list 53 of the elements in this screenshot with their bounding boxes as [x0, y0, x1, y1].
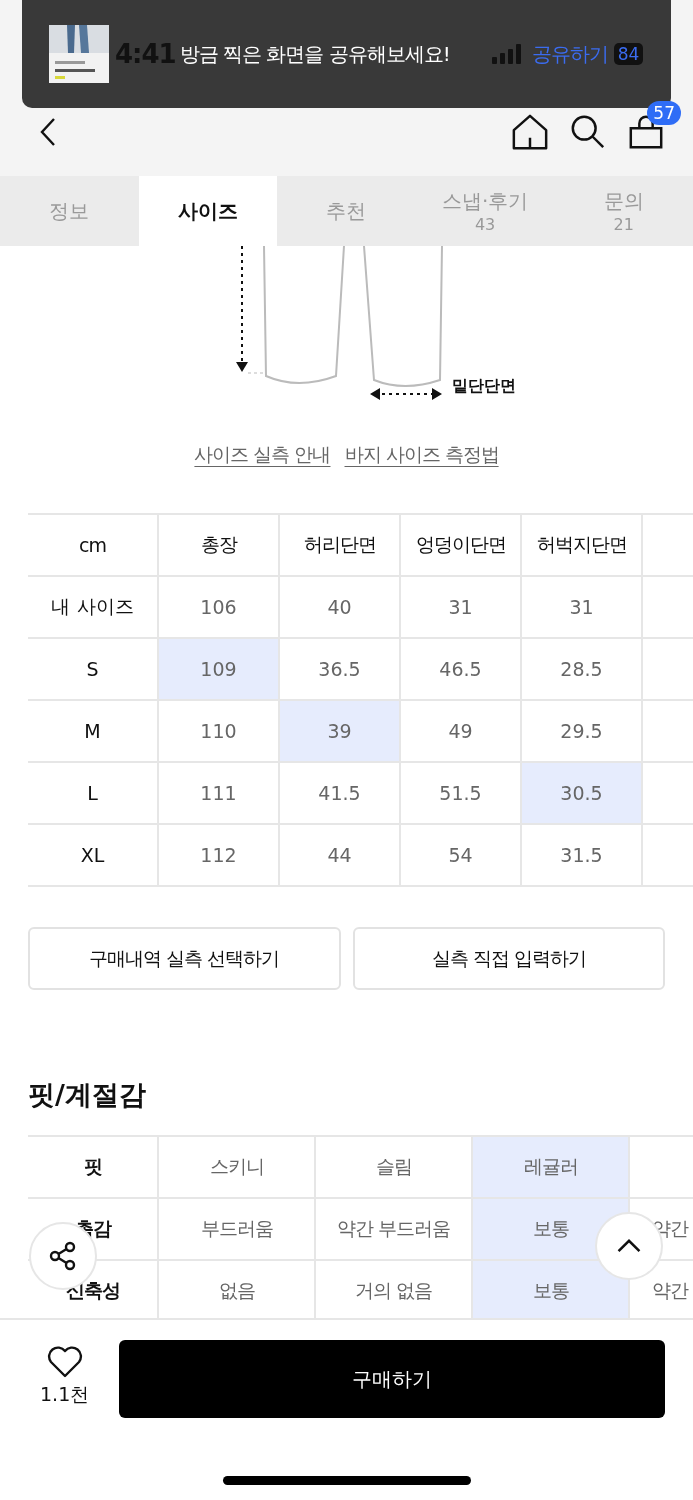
- column-header: 허리단면: [278, 515, 399, 575]
- like-count: 1.1천: [40, 1382, 90, 1407]
- outline-button[interactable]: 구매내역 실측 선택하기: [28, 927, 341, 990]
- table-cell: 레귤러: [471, 1137, 628, 1197]
- table-cell: 36.5: [278, 639, 399, 699]
- table-cell: 111: [157, 763, 278, 823]
- row-label: 신축성: [64, 1278, 121, 1303]
- share-icon: [48, 1241, 78, 1271]
- table-cell: 106: [157, 577, 278, 637]
- table-cell: 39: [278, 701, 399, 761]
- tab[interactable]: 사이즈: [138, 176, 278, 246]
- table-cell: 49: [399, 701, 520, 761]
- battery-indicator: 84: [613, 43, 644, 65]
- column-header: 엉덩이단면: [399, 515, 520, 575]
- table-cell: 54: [399, 825, 520, 885]
- column-header: 허벅지단면: [520, 515, 641, 575]
- table-cell: 30.5: [520, 763, 641, 823]
- row-label: 내 사이즈: [50, 594, 135, 619]
- column-header: 총장: [157, 515, 278, 575]
- row-label: XL: [79, 843, 106, 868]
- table-cell: 109: [157, 639, 278, 699]
- table-cell: 보통: [471, 1261, 628, 1321]
- table-cell: 41.5: [278, 763, 399, 823]
- table-cell: 29.5: [520, 701, 641, 761]
- search-icon[interactable]: [569, 113, 607, 151]
- table-cell: 28.5: [520, 639, 641, 699]
- measure-label: 밑단단면: [452, 376, 516, 397]
- table-cell: 46.5: [399, 639, 520, 699]
- table-cell: 40: [278, 577, 399, 637]
- signal-icon: [491, 44, 522, 64]
- home-icon[interactable]: [511, 113, 549, 151]
- table-cell: 스키니: [157, 1137, 314, 1197]
- heart-icon[interactable]: [46, 1346, 83, 1378]
- toast-message: 방금 찍은 화면을 공유해보세요!: [179, 40, 450, 68]
- row-label: S: [85, 657, 100, 682]
- table-cell: 31: [399, 577, 520, 637]
- table-cell: 31: [520, 577, 641, 637]
- row-label: L: [86, 781, 99, 806]
- guide-link[interactable]: 바지 사이즈 측정법: [344, 442, 499, 468]
- corner-header: cm: [78, 533, 107, 558]
- table-cell: 44: [278, 825, 399, 885]
- row-label: 핏: [82, 1154, 103, 1179]
- table-cell: 부드러움: [157, 1199, 314, 1259]
- back-icon[interactable]: [40, 117, 56, 147]
- chevron-up-icon: [617, 1239, 641, 1253]
- row-label: M: [83, 719, 102, 744]
- table-cell: 31.5: [520, 825, 641, 885]
- outline-button[interactable]: 실측 직접 입력하기: [352, 927, 665, 990]
- guide-link[interactable]: 사이즈 실측 안내: [194, 442, 331, 468]
- table-cell: 112: [157, 825, 278, 885]
- buy-button[interactable]: 구매하기: [119, 1340, 665, 1418]
- cart-count-badge: 57: [647, 101, 681, 125]
- section-title: 핏/계절감: [28, 1078, 147, 1112]
